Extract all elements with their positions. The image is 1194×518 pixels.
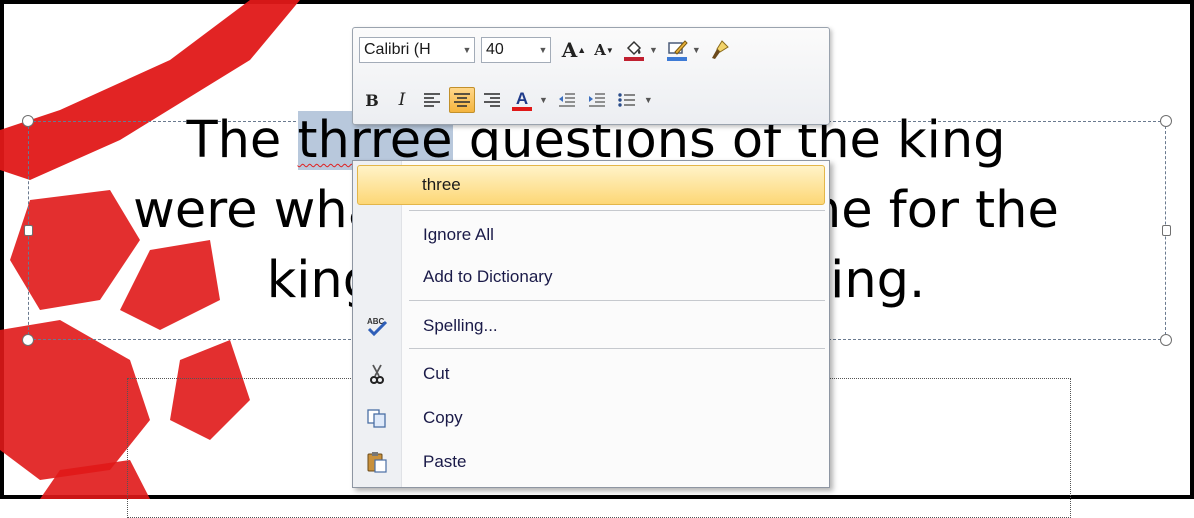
align-right-icon xyxy=(484,93,500,107)
spelling-context-menu: three Ignore All Add to Dictionary ABC S… xyxy=(352,160,830,488)
decrease-indent-button[interactable] xyxy=(554,87,580,113)
decrease-indent-icon xyxy=(558,93,575,107)
paste-label: Paste xyxy=(423,452,467,471)
highlight-button[interactable] xyxy=(664,37,690,63)
ignore-all-label: Ignore All xyxy=(423,225,494,244)
menu-item-add-to-dictionary[interactable]: Add to Dictionary xyxy=(353,256,829,298)
paste-icon xyxy=(367,452,387,473)
align-center-button[interactable] xyxy=(449,87,475,113)
cut-label: Cut xyxy=(423,364,450,383)
chevron-down-icon[interactable]: ▼ xyxy=(460,45,474,55)
chevron-down-icon[interactable]: ▼ xyxy=(649,45,658,55)
bullets-button[interactable] xyxy=(614,87,640,113)
font-name-combo[interactable]: Calibri (H ▼ xyxy=(359,37,475,63)
shrink-font-button[interactable]: A ▼ xyxy=(591,37,617,63)
menu-separator xyxy=(409,300,825,301)
menu-item-suggestion[interactable]: three xyxy=(357,165,825,205)
spelling-icon: ABC xyxy=(367,317,388,337)
chevron-down-icon[interactable]: ▼ xyxy=(539,95,548,105)
chevron-down-icon[interactable]: ▼ xyxy=(536,45,550,55)
fill-color-button[interactable] xyxy=(621,37,647,63)
mini-toolbar: Calibri (H ▼ 40 ▼ A ▲ A ▼ ▼ ▼ B I A ▼ ▼ xyxy=(352,27,830,125)
menu-separator xyxy=(409,348,825,349)
align-left-button[interactable] xyxy=(419,87,445,113)
align-right-button[interactable] xyxy=(479,87,505,113)
resize-handle-bottom-right[interactable] xyxy=(1160,334,1172,346)
font-size-value: 40 xyxy=(486,41,504,58)
format-painter-button[interactable] xyxy=(707,37,733,63)
fill-color-icon xyxy=(624,40,644,61)
suggestion-label: three xyxy=(422,175,461,194)
bullets-icon xyxy=(618,93,635,107)
resize-handle-bottom-left[interactable] xyxy=(22,334,34,346)
menu-item-cut[interactable]: Cut xyxy=(353,353,829,395)
menu-item-spelling[interactable]: ABC Spelling... xyxy=(353,305,829,347)
copy-label: Copy xyxy=(423,408,463,427)
increase-indent-button[interactable] xyxy=(584,87,610,113)
grow-font-button[interactable]: A ▲ xyxy=(561,37,587,63)
format-painter-icon xyxy=(711,40,729,59)
menu-item-ignore-all[interactable]: Ignore All xyxy=(353,214,829,256)
increase-indent-icon xyxy=(588,93,605,107)
chevron-down-icon[interactable]: ▼ xyxy=(644,95,653,105)
font-color-button[interactable]: A xyxy=(509,87,535,113)
menu-item-paste[interactable]: Paste xyxy=(353,441,829,483)
bold-button[interactable]: B xyxy=(359,87,385,113)
chevron-down-icon[interactable]: ▼ xyxy=(692,45,701,55)
add-to-dictionary-label: Add to Dictionary xyxy=(423,267,553,286)
font-size-combo[interactable]: 40 ▼ xyxy=(481,37,551,63)
align-left-icon xyxy=(424,93,440,107)
cut-icon xyxy=(370,364,384,384)
menu-item-copy[interactable]: Copy xyxy=(353,397,829,439)
menu-separator xyxy=(409,210,825,211)
italic-button[interactable]: I xyxy=(389,87,415,113)
font-name-value: Calibri (H xyxy=(364,41,431,58)
highlight-icon xyxy=(666,40,688,61)
spelling-label: Spelling... xyxy=(423,316,498,335)
copy-icon xyxy=(367,409,386,428)
align-center-icon xyxy=(454,93,470,107)
